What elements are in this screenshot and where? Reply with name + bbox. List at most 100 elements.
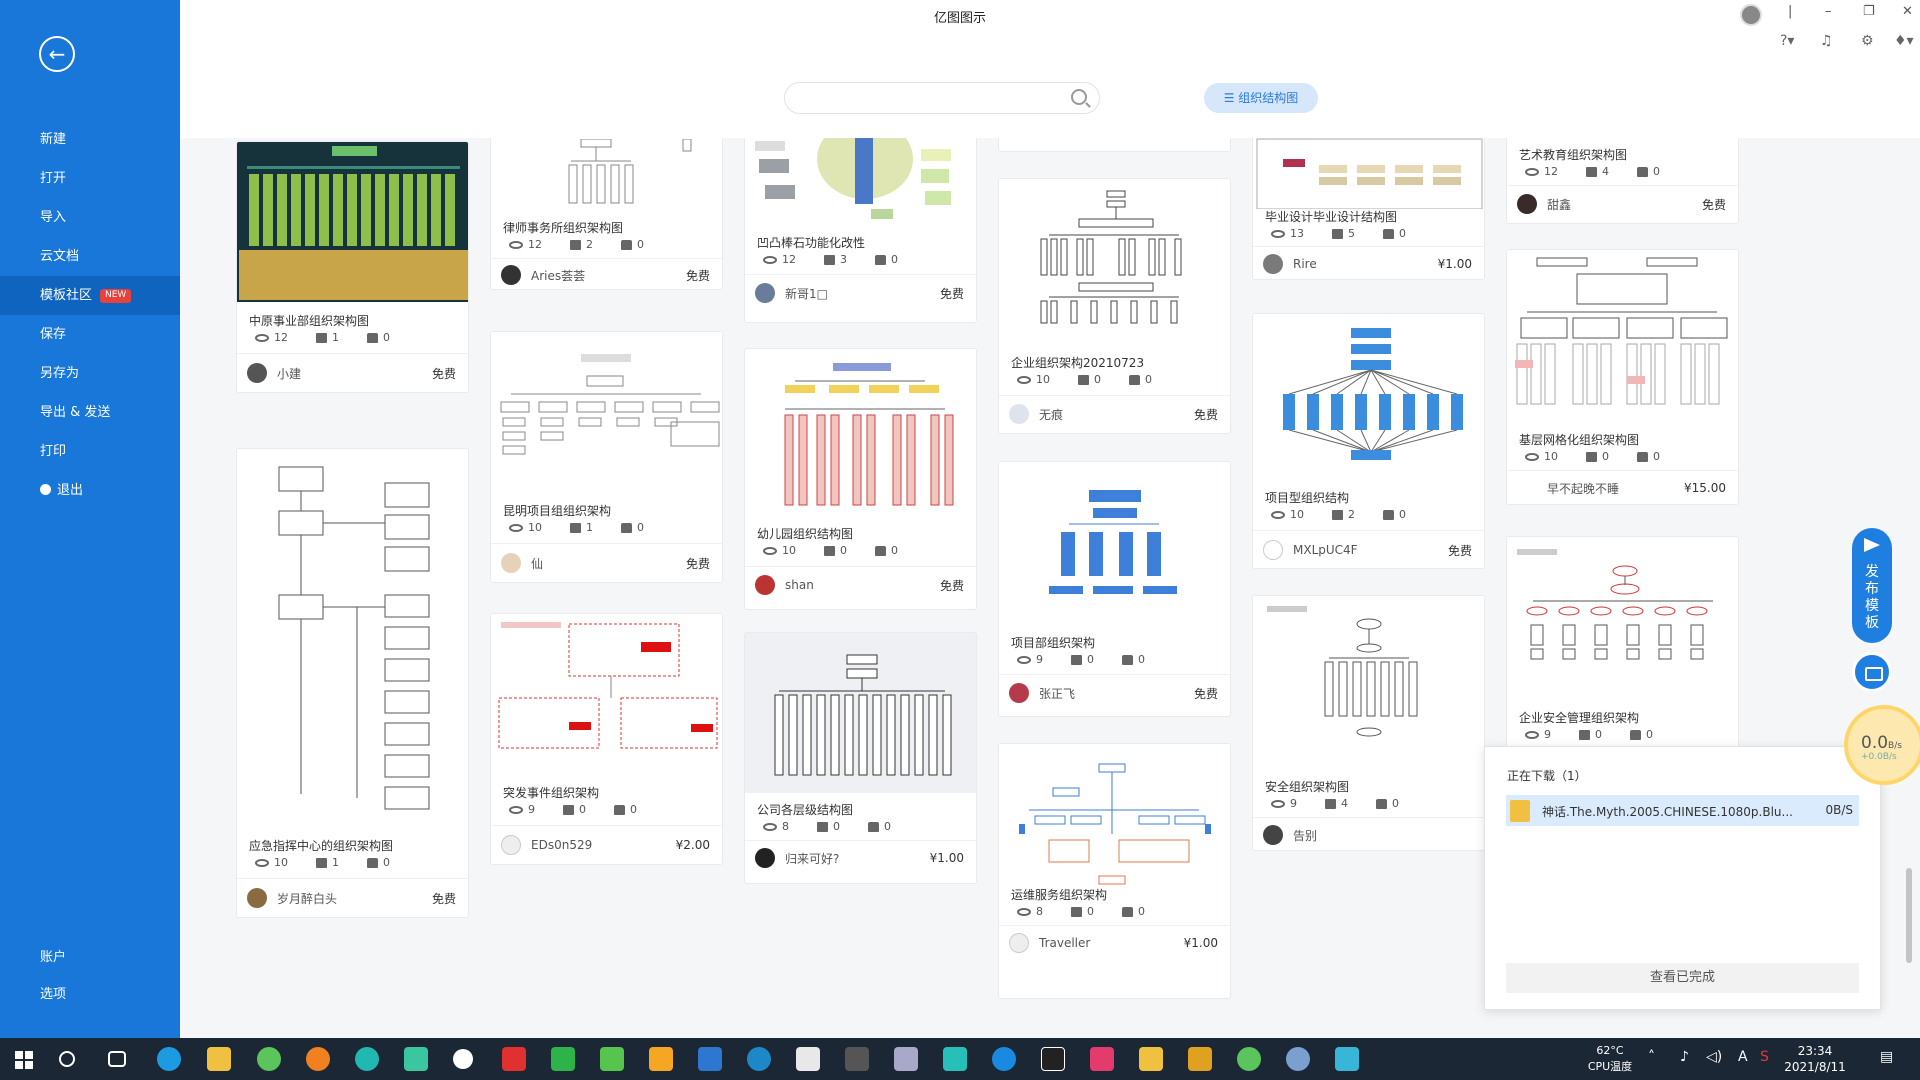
app-icon[interactable] [404,1047,428,1071]
help-icon[interactable]: ?▾ [1780,33,1794,49]
wechat-icon[interactable] [1237,1047,1261,1071]
template-card[interactable]: 应急指挥中心的组织架构图 10 1 0 岁月醉白头 免费 [236,448,469,918]
app-icon[interactable] [1286,1047,1310,1071]
sidebar-item-open[interactable]: 打开 [0,159,180,198]
template-card[interactable] [998,138,1231,152]
apps-icon[interactable]: ⚙ [1861,33,1874,49]
search-icon[interactable] [59,1051,75,1067]
app-icon[interactable] [649,1047,673,1071]
app-icon[interactable] [355,1047,379,1071]
search-icon[interactable] [1071,89,1087,105]
app-icon[interactable] [796,1047,820,1071]
edge-icon[interactable] [157,1047,181,1071]
template-card[interactable]: 艺术教育组织架构图 12 4 0 甜鑫 免费 [1506,138,1739,224]
app-icon[interactable] [502,1047,526,1071]
mindmap-thumbnail-svg [755,138,951,219]
back-button[interactable]: ← [39,36,75,72]
close-icon[interactable]: ✕ [1902,4,1913,19]
template-card[interactable]: 昆明项目组组织架构 10 1 0 仙 免费 [490,331,723,583]
app-icon[interactable] [306,1047,330,1071]
chevron-up-icon[interactable]: ˄ [1648,1049,1655,1065]
app-icon[interactable] [698,1047,722,1071]
template-card[interactable]: 项目型组织结构 10 2 0 MXLpUC4F 免费 [1252,313,1485,569]
template-card[interactable]: 公司各层级结构图 8 0 0 归来可好? ¥1.00 [744,632,977,884]
app-icon[interactable] [1041,1047,1065,1071]
minimize-icon[interactable]: – [1825,4,1832,19]
template-card[interactable]: 企业组织架构20210723 10 0 0 无痕 免费 [998,178,1231,434]
windows-start-icon[interactable] [15,1051,33,1069]
restore-icon[interactable]: ❐ [1863,4,1875,19]
app-icon[interactable] [1139,1047,1163,1071]
clock[interactable]: 23:34 2021/8/11 [1775,1043,1855,1075]
microphone-icon[interactable]: ♪ [1680,1049,1689,1065]
category-filter-button[interactable]: ☰ 组织结构图 [1204,83,1318,113]
edraw-icon[interactable] [992,1047,1016,1071]
template-card[interactable]: 中原事业部组织架构图 12 1 0 小建 免费 [236,141,469,393]
search-input[interactable] [784,82,1100,114]
user-avatar[interactable] [1740,4,1762,26]
thumbs-up-icon [875,545,886,556]
template-thumbnail [1253,596,1484,756]
app-icon[interactable] [1090,1047,1114,1071]
template-stats: 10 1 0 [255,856,390,869]
notification-icon[interactable]: ▤ [1880,1049,1893,1065]
scrollbar-thumb[interactable] [1906,868,1912,963]
template-stats: 9 0 0 [1525,728,1653,741]
sidebar-item-options[interactable]: 选项 [0,976,180,1013]
sidebar-item-print[interactable]: 打印 [0,432,180,471]
comment-icon [824,254,835,265]
sidebar-item-export[interactable]: 导出 & 发送 [0,393,180,432]
scrollbar[interactable] [1906,138,1912,1038]
sidebar-item-cloud[interactable]: 云文档 [0,237,180,276]
template-card[interactable]: 毕业设计毕业设计结构图 13 5 0 Rire ¥1.00 [1252,138,1485,280]
template-card[interactable]: 项目部组织架构 9 0 0 张正飞 免费 [998,461,1231,717]
app-icon[interactable] [894,1047,918,1071]
template-card[interactable]: 律师事务所组织架构图 12 2 0 Aries荟荟 免费 [490,138,723,290]
template-card[interactable]: 突发事件组织架构 9 0 0 EDs0n529 ¥2.00 [490,613,723,865]
app-icon[interactable] [453,1049,473,1069]
bell-icon[interactable]: ♫ [1820,33,1833,49]
sogou-icon[interactable]: S [1760,1049,1769,1065]
template-card[interactable]: 安全组织架构图 9 4 0 告别 [1252,595,1485,851]
ime-icon[interactable]: A [1738,1049,1748,1065]
template-card[interactable]: 凹凸棒石功能化改性 12 3 0 新哥1□ 免费 [744,138,977,323]
sidebar-item-new[interactable]: 新建 [0,120,180,159]
template-title: 艺术教育组织架构图 [1519,148,1628,162]
app-icon[interactable] [747,1047,771,1071]
cpu-temperature[interactable]: 62°C CPU温度 [1575,1043,1645,1075]
template-title: 昆明项目组组织架构 [503,504,612,518]
comment-icon [1078,374,1089,385]
sidebar-item-save[interactable]: 保存 [0,315,180,354]
sidebar-item-exit[interactable]: 退出 [0,471,180,510]
speaker-icon[interactable]: ◁) [1706,1049,1722,1065]
thumbs-up-icon [1129,374,1140,385]
app-icon[interactable] [551,1047,575,1071]
download-item[interactable]: 神话.The.Myth.2005.CHINESE.1080p.Blu... 0B… [1506,795,1859,826]
app-icon[interactable] [1188,1047,1212,1071]
org-chart-thumbnail-svg [239,146,468,300]
mail-icon[interactable] [1852,652,1892,692]
template-card[interactable]: 运维服务组织架构 8 0 0 Traveller ¥1.00 [998,743,1231,999]
folder-icon[interactable] [207,1047,231,1071]
app-icon[interactable] [257,1047,281,1071]
sidebar-item-save-as[interactable]: 另存为 [0,354,180,393]
template-card[interactable]: 幼儿园组织结构图 10 0 0 shan 免费 [744,348,977,610]
org-chart-thumbnail-svg [1019,763,1211,885]
app-icon[interactable] [1335,1047,1359,1071]
network-speed-widget[interactable]: 0.0B/s +0.0B/s [1844,705,1920,785]
template-card[interactable]: 基层网格化组织架构图 10 0 0 早不起晚不睡 ¥15.00 [1506,249,1739,505]
app-icon[interactable] [943,1047,967,1071]
app-icon[interactable] [845,1047,869,1071]
view-completed-button[interactable]: 查看已完成 [1506,963,1859,993]
task-view-icon[interactable] [108,1051,126,1067]
template-stats: 13 5 0 [1271,227,1406,240]
sidebar-item-import[interactable]: 导入 [0,198,180,237]
sidebar-item-template-community[interactable]: 模板社区 NEW [0,276,180,315]
shirt-icon[interactable]: ♦▾ [1894,33,1914,49]
divider [999,395,1230,396]
app-icon[interactable] [600,1047,624,1071]
top-bar: 亿图图示 | – ❐ ✕ ?▾ ♫ ⚙ ♦▾ ☰ 组织结构图 [180,0,1920,138]
publish-template-button[interactable]: 发布模板 [1852,528,1892,643]
sidebar-item-account[interactable]: 账户 [0,939,180,976]
divider [999,674,1230,675]
